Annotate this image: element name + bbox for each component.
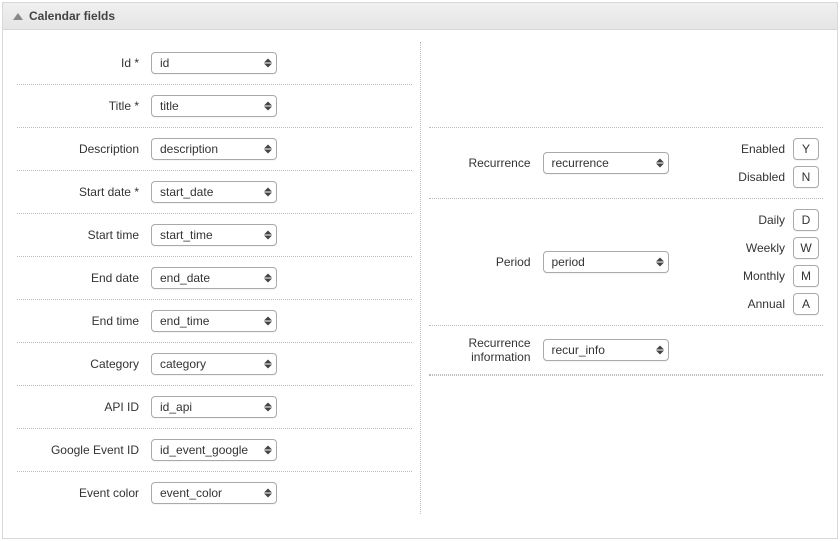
period-options: Daily D Weekly W Monthly M Annual A (727, 209, 819, 315)
option-value-input[interactable]: W (793, 237, 819, 259)
spacer (429, 42, 824, 128)
updown-icon (264, 446, 272, 455)
updown-icon (264, 145, 272, 154)
option-disabled: Disabled N (738, 166, 819, 188)
field-row-period: Period period Daily D Weekly W (429, 199, 824, 326)
updown-icon (264, 102, 272, 111)
field-label: End date (21, 271, 151, 285)
select-value: end_time (160, 314, 209, 328)
field-label: Description (21, 142, 151, 156)
option-label: Annual (748, 297, 785, 311)
select-id[interactable]: id (151, 52, 277, 74)
select-value: id_api (160, 400, 192, 414)
field-row-start-time: Start time start_time (17, 214, 412, 257)
field-label: API ID (21, 400, 151, 414)
field-label: Event color (21, 486, 151, 500)
select-value: period (552, 255, 585, 269)
select-value: id (160, 56, 169, 70)
select-period[interactable]: period (543, 251, 669, 273)
field-row-start-date: Start date * start_date (17, 171, 412, 214)
field-row-recurrence: Recurrence recurrence Enabled Y Disabled… (429, 128, 824, 199)
select-api-id[interactable]: id_api (151, 396, 277, 418)
field-label: Recurrence information (433, 336, 543, 364)
option-value-input[interactable]: D (793, 209, 819, 231)
select-event-color[interactable]: event_color (151, 482, 277, 504)
select-value: title (160, 99, 179, 113)
updown-icon (656, 258, 664, 267)
field-row-end-date: End date end_date (17, 257, 412, 300)
option-value-input[interactable]: A (793, 293, 819, 315)
option-label: Disabled (738, 170, 785, 184)
option-value-input[interactable]: M (793, 265, 819, 287)
field-row-title: Title * title (17, 85, 412, 128)
option-enabled: Enabled Y (738, 138, 819, 160)
option-monthly: Monthly M (743, 265, 819, 287)
select-start-time[interactable]: start_time (151, 224, 277, 246)
panel-header[interactable]: Calendar fields (3, 3, 837, 30)
select-recurrence[interactable]: recurrence (543, 152, 669, 174)
left-column: Id * id Title * title Desc (9, 42, 421, 514)
field-label: Id * (21, 56, 151, 70)
select-google-event-id[interactable]: id_event_google (151, 439, 277, 461)
updown-icon (656, 346, 664, 355)
select-end-time[interactable]: end_time (151, 310, 277, 332)
select-value: description (160, 142, 218, 156)
field-row-end-time: End time end_time (17, 300, 412, 343)
select-recur-info[interactable]: recur_info (543, 339, 669, 361)
updown-icon (264, 360, 272, 369)
select-end-date[interactable]: end_date (151, 267, 277, 289)
updown-icon (264, 403, 272, 412)
select-value: start_date (160, 185, 213, 199)
updown-icon (264, 489, 272, 498)
field-row-recur-info: Recurrence information recur_info (429, 326, 824, 375)
select-description[interactable]: description (151, 138, 277, 160)
field-label: Google Event ID (21, 443, 151, 457)
option-value-input[interactable]: N (793, 166, 819, 188)
updown-icon (656, 159, 664, 168)
field-row-description: Description description (17, 128, 412, 171)
select-value: event_color (160, 486, 222, 500)
option-label: Daily (758, 213, 785, 227)
collapse-icon (13, 13, 23, 20)
field-row-event-color: Event color event_color (17, 472, 412, 514)
option-label: Weekly (746, 241, 785, 255)
updown-icon (264, 231, 272, 240)
option-weekly: Weekly W (743, 237, 819, 259)
field-row-category: Category category (17, 343, 412, 386)
field-label: Title * (21, 99, 151, 113)
panel-body: Id * id Title * title Desc (3, 30, 837, 538)
select-value: id_event_google (160, 443, 248, 457)
select-start-date[interactable]: start_date (151, 181, 277, 203)
option-daily: Daily D (743, 209, 819, 231)
divider (429, 375, 824, 376)
field-row-api-id: API ID id_api (17, 386, 412, 429)
select-title[interactable]: title (151, 95, 277, 117)
field-row-id: Id * id (17, 42, 412, 85)
updown-icon (264, 188, 272, 197)
select-value: recurrence (552, 156, 609, 170)
field-label: Start time (21, 228, 151, 242)
select-value: category (160, 357, 206, 371)
select-value: recur_info (552, 343, 605, 357)
option-label: Monthly (743, 269, 785, 283)
updown-icon (264, 59, 272, 68)
panel-title: Calendar fields (29, 9, 115, 23)
select-value: start_time (160, 228, 213, 242)
updown-icon (264, 274, 272, 283)
field-label: Start date * (21, 185, 151, 199)
field-label: Category (21, 357, 151, 371)
right-column: Recurrence recurrence Enabled Y Disabled… (421, 42, 832, 514)
calendar-fields-panel: Calendar fields Id * id Title * title (2, 2, 838, 539)
option-label: Enabled (741, 142, 785, 156)
option-value-input[interactable]: Y (793, 138, 819, 160)
select-category[interactable]: category (151, 353, 277, 375)
field-row-google-event-id: Google Event ID id_event_google (17, 429, 412, 472)
field-label: Recurrence (433, 156, 543, 170)
option-annual: Annual A (743, 293, 819, 315)
field-label: End time (21, 314, 151, 328)
updown-icon (264, 317, 272, 326)
recurrence-options: Enabled Y Disabled N (722, 138, 819, 188)
select-value: end_date (160, 271, 210, 285)
field-label: Period (433, 255, 543, 269)
